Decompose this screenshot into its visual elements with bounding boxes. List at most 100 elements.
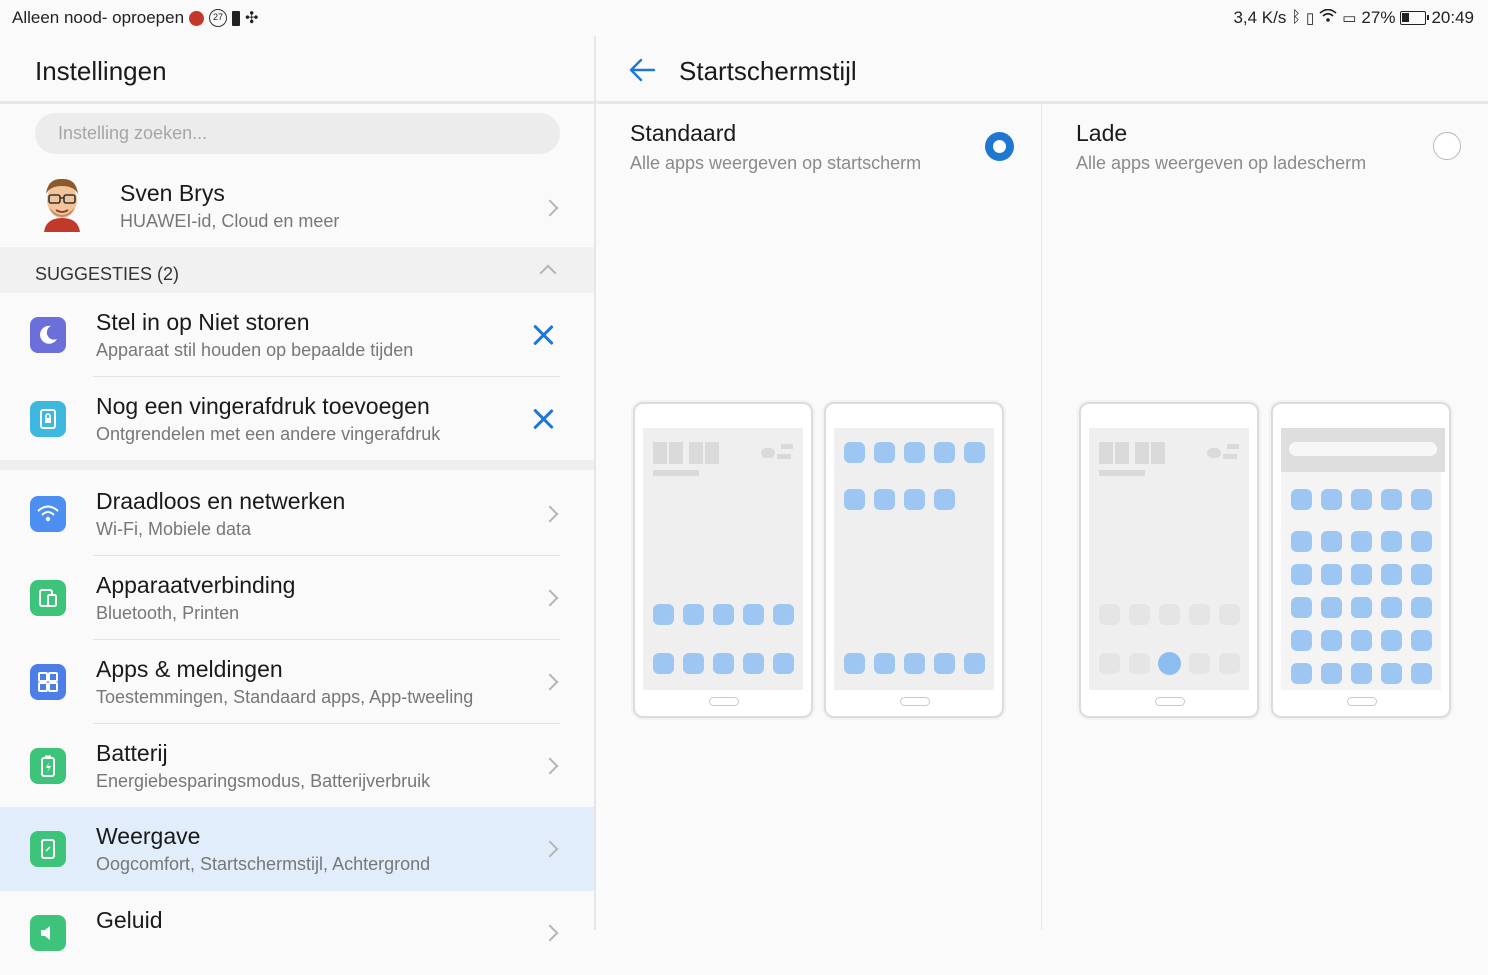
app-icon — [934, 489, 955, 510]
column-divider — [1041, 104, 1042, 930]
weather-icon — [761, 448, 775, 458]
app-icon — [773, 604, 794, 625]
date-widget — [1099, 470, 1145, 476]
notification-count-icon: 27 — [209, 9, 228, 27]
clock-widget — [689, 442, 703, 464]
bluetooth-icon: ᛒ — [1291, 9, 1301, 26]
chevron-right-icon — [541, 757, 559, 775]
suggestion-subtitle: Apparaat stil houden op bepaalde tijden — [96, 340, 414, 360]
app-drawer-icon — [1158, 652, 1181, 675]
search-input[interactable]: Instelling zoeken... — [35, 113, 560, 154]
apps-grid-icon — [30, 664, 66, 700]
preview-screen — [643, 428, 803, 690]
clock-widget — [1099, 442, 1113, 464]
app-icon — [743, 653, 764, 674]
chevron-right-icon — [541, 924, 559, 942]
radio-selected[interactable] — [985, 132, 1014, 161]
weather-widget — [781, 444, 793, 449]
app-icon — [1129, 653, 1150, 674]
weather-widget — [1227, 444, 1239, 449]
page-title: Instellingen — [35, 56, 167, 86]
home-button — [1155, 697, 1185, 706]
settings-item-sound[interactable]: Geluid — [0, 891, 594, 975]
app-icon — [874, 442, 895, 463]
settings-item-title: Draadloos en netwerken — [96, 488, 346, 514]
suggestions-label: SUGGESTIES (2) — [35, 264, 180, 284]
preview-screen — [834, 428, 994, 690]
settings-item-apps[interactable]: Apps & meldingen Toestemmingen, Standaar… — [0, 640, 594, 724]
suggestion-do-not-disturb[interactable]: Stel in op Niet storen Apparaat stil hou… — [0, 293, 594, 377]
app-icon — [1189, 604, 1210, 625]
suggestions-header[interactable]: SUGGESTIES (2) — [0, 247, 594, 293]
settings-item-subtitle: Energiebesparingsmodus, Batterijverbruik — [96, 771, 431, 791]
dismiss-icon[interactable] — [532, 324, 554, 346]
app-icon — [1351, 531, 1372, 552]
app-icon — [1351, 597, 1372, 618]
weather-widget — [777, 454, 791, 459]
app-icon — [1351, 564, 1372, 585]
app-icon — [964, 653, 985, 674]
profile-name: Sven Brys — [120, 180, 225, 206]
app-icon — [844, 489, 865, 510]
app-icon — [934, 653, 955, 674]
battery-icon — [1400, 11, 1430, 25]
clock-widget — [669, 442, 683, 464]
weather-icon — [1207, 448, 1221, 458]
suggestion-add-fingerprint[interactable]: Nog een vingerafdruk toevoegen Ontgrende… — [0, 377, 594, 461]
settings-item-title: Batterij — [96, 740, 168, 766]
app-icon — [1351, 663, 1372, 684]
sound-icon — [30, 915, 66, 951]
app-icon — [1411, 597, 1432, 618]
app-icon — [1411, 489, 1432, 510]
radio-unselected[interactable] — [1433, 132, 1461, 160]
clock-widget — [1135, 442, 1149, 464]
app-icon — [1381, 531, 1402, 552]
app-icon — [1411, 630, 1432, 651]
settings-item-wireless[interactable]: Draadloos en netwerken Wi-Fi, Mobiele da… — [0, 472, 594, 556]
app-icon — [1411, 663, 1432, 684]
app-icon — [1291, 564, 1312, 585]
wifi-icon — [30, 496, 66, 532]
settings-item-device-connection[interactable]: Apparaatverbinding Bluetooth, Printen — [0, 556, 594, 640]
app-icon — [773, 653, 794, 674]
app-icon — [653, 604, 674, 625]
suggestion-title: Nog een vingerafdruk toevoegen — [96, 393, 430, 419]
settings-item-subtitle: Oogcomfort, Startschermstijl, Achtergron… — [96, 854, 431, 874]
app-icon — [1381, 663, 1402, 684]
home-button — [900, 697, 930, 706]
app-icon — [1411, 564, 1432, 585]
chevron-right-icon — [541, 673, 559, 691]
settings-item-display[interactable]: Weergave Oogcomfort, Startschermstijl, A… — [0, 807, 594, 891]
dismiss-icon[interactable] — [532, 408, 554, 430]
back-arrow-icon[interactable] — [628, 56, 656, 84]
app-icon — [1321, 597, 1342, 618]
suggestion-title: Stel in op Niet storen — [96, 309, 310, 335]
app-icon — [1351, 630, 1372, 651]
app-icon — [1291, 630, 1312, 651]
app-icon — [1381, 597, 1402, 618]
app-icon — [844, 442, 865, 463]
date-widget — [653, 470, 699, 476]
option-subtitle: Alle apps weergeven op startscherm — [630, 153, 922, 173]
moon-icon — [30, 317, 66, 353]
clock-widget — [1115, 442, 1129, 464]
settings-item-title: Apps & meldingen — [96, 656, 283, 682]
app-icon — [1321, 630, 1342, 651]
section-gap — [0, 460, 594, 470]
app-icon — [1099, 604, 1120, 625]
app-icon — [1291, 531, 1312, 552]
app-icon — [1321, 531, 1342, 552]
app-icon — [1321, 489, 1342, 510]
battery-saver-icon — [232, 10, 241, 26]
chevron-up-icon[interactable] — [539, 264, 557, 282]
settings-item-subtitle: Wi-Fi, Mobiele data — [96, 519, 252, 539]
divider — [0, 101, 594, 104]
profile-row[interactable]: Sven Brys HUAWEI-id, Cloud en meer — [0, 166, 594, 248]
app-icon — [1411, 531, 1432, 552]
app-icon — [844, 653, 865, 674]
app-icon — [1291, 489, 1312, 510]
settings-item-battery[interactable]: Batterij Energiebesparingsmodus, Batteri… — [0, 724, 594, 808]
vibrate-icon: ▯ — [1305, 10, 1315, 27]
app-icon — [1381, 489, 1402, 510]
app-icon — [683, 653, 704, 674]
